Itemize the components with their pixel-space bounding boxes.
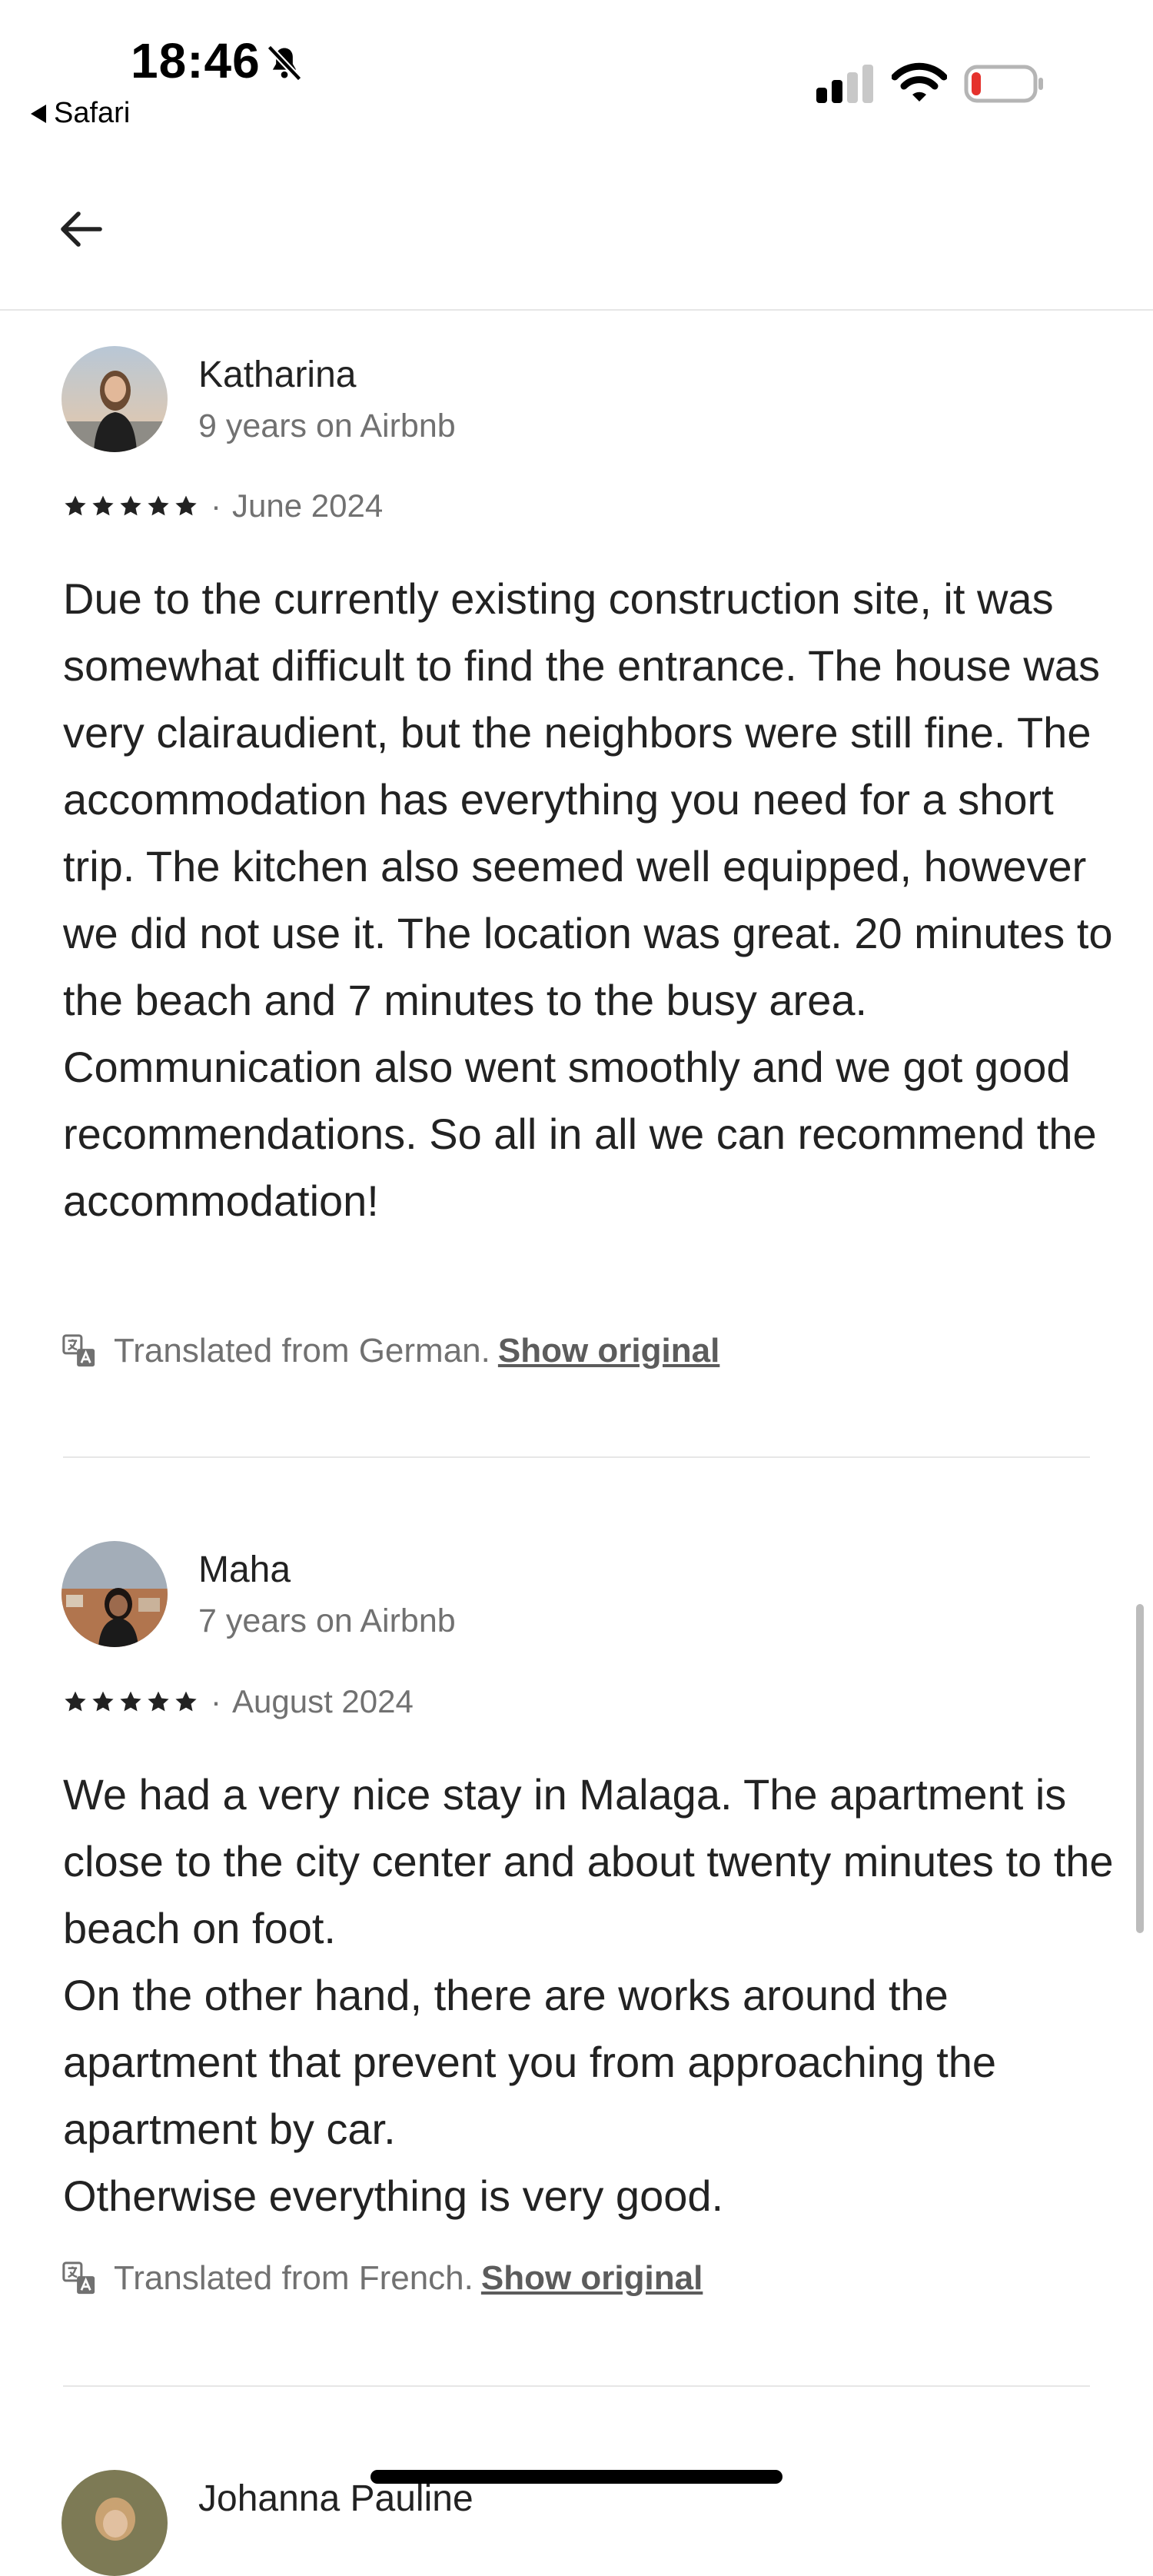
home-indicator[interactable]: [370, 2470, 783, 2484]
cellular-signal-icon: [816, 65, 873, 103]
translation-note: Translated from German. Show original: [61, 1332, 719, 1370]
rating-row: · August 2024: [63, 1683, 414, 1720]
star-icon: [92, 495, 114, 516]
back-triangle-icon: [31, 104, 46, 123]
separator-dot: ·: [211, 1683, 221, 1719]
reviewer-tenure: 7 years on Airbnb: [198, 1603, 456, 1639]
translated-from-label: Translated from French.: [114, 2259, 473, 2297]
avatar[interactable]: [61, 1541, 168, 1647]
show-original-link[interactable]: Show original: [498, 1332, 719, 1370]
star-icon: [175, 495, 197, 516]
star-icon: [148, 495, 169, 516]
review-divider: [63, 2385, 1090, 2387]
bell-slash-icon: [267, 45, 302, 82]
star-rating: [63, 494, 198, 518]
review-paragraph: Otherwise everything is very good.: [63, 2172, 724, 2220]
reviewer-name[interactable]: Johanna Pauline: [198, 2478, 473, 2520]
rating-row: · June 2024: [63, 488, 383, 524]
translate-icon: [62, 1334, 95, 1367]
star-icon: [148, 1691, 169, 1712]
reviewer-name[interactable]: Maha: [198, 1549, 291, 1591]
review-paragraph: On the other hand, there are works aroun…: [63, 1971, 997, 2153]
review-date: June 2024: [232, 488, 384, 524]
reviewer-name[interactable]: Katharina: [198, 354, 356, 396]
star-icon: [175, 1691, 197, 1712]
back-app-label: Safari: [54, 97, 131, 129]
review-date: August 2024: [232, 1683, 414, 1719]
avatar[interactable]: [61, 2470, 168, 2576]
review-text: Due to the currently existing constructi…: [63, 565, 1124, 1234]
translation-note: Translated from French. Show original: [61, 2259, 703, 2298]
review-divider: [63, 1456, 1090, 1458]
avatar[interactable]: [61, 346, 168, 452]
star-icon: [120, 495, 141, 516]
reviewer-tenure: 9 years on Airbnb: [198, 408, 456, 444]
scrollbar[interactable]: [1136, 1604, 1144, 1933]
star-icon: [65, 495, 86, 516]
star-rating: [63, 1689, 198, 1714]
star-icon: [120, 1691, 141, 1712]
header-divider: [0, 309, 1153, 311]
back-to-safari-link[interactable]: Safari: [31, 97, 130, 130]
star-icon: [92, 1691, 114, 1712]
show-original-link[interactable]: Show original: [481, 2259, 703, 2298]
translated-from-label: Translated from German.: [114, 1332, 490, 1370]
translate-icon: [62, 2261, 95, 2295]
status-time: 18:46: [131, 33, 261, 88]
review-paragraph: We had a very nice stay in Malaga. The a…: [63, 1770, 1114, 1952]
arrow-left-icon[interactable]: [54, 201, 109, 257]
review-text: We had a very nice stay in Malaga. The a…: [63, 1761, 1124, 2229]
separator-dot: ·: [211, 488, 221, 524]
star-icon: [65, 1691, 86, 1712]
battery-icon: [964, 65, 1043, 103]
wifi-icon: [892, 62, 947, 102]
review-paragraph: Due to the currently existing constructi…: [63, 574, 1113, 1225]
